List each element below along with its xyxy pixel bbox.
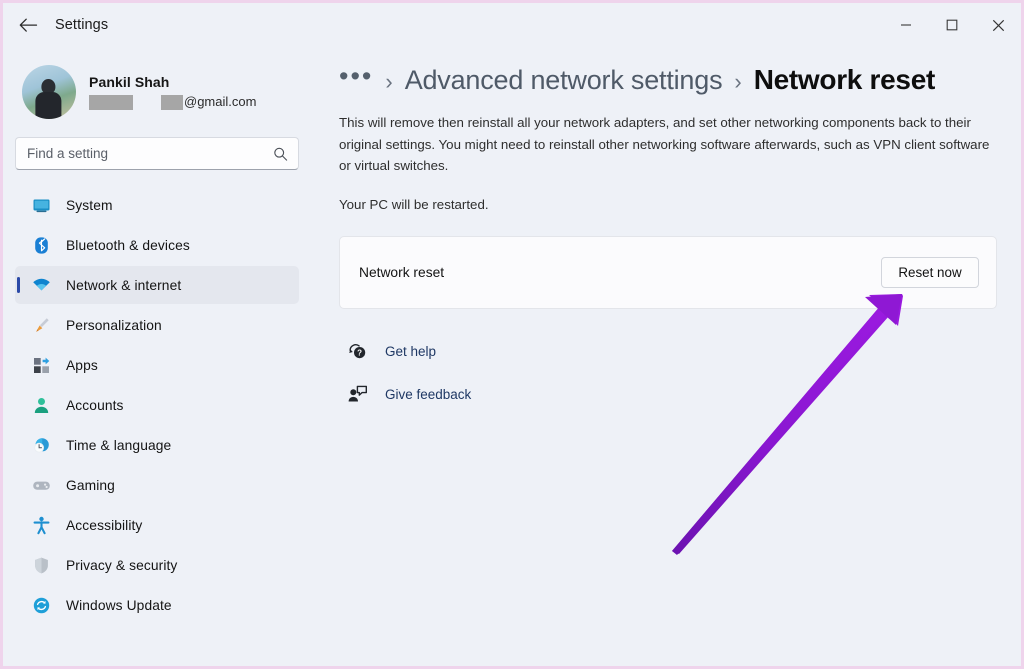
get-help-link[interactable]: ? Get help xyxy=(345,337,436,367)
breadcrumb-parent-link[interactable]: Advanced network settings xyxy=(405,65,723,96)
shield-icon xyxy=(31,555,51,575)
redacted-email-part-1 xyxy=(89,94,133,110)
avatar-person xyxy=(33,79,63,119)
sidebar-item-privacy-security[interactable]: Privacy & security xyxy=(15,546,299,584)
breadcrumb-overflow-button[interactable]: ••• xyxy=(339,63,373,90)
sidebar-item-gaming[interactable]: Gaming xyxy=(15,466,299,504)
page-description: This will remove then reinstall all your… xyxy=(339,115,990,174)
svg-text:?: ? xyxy=(357,349,362,358)
clock-globe-icon xyxy=(31,435,51,455)
sidebar-item-label: Windows Update xyxy=(66,597,172,613)
avatar xyxy=(22,65,76,119)
reset-now-button[interactable]: Reset now xyxy=(881,256,979,288)
sidebar-item-label: Privacy & security xyxy=(66,557,178,573)
search-input[interactable] xyxy=(16,138,298,169)
minimize-button[interactable] xyxy=(883,3,929,47)
chevron-right-icon: › xyxy=(385,69,393,94)
card-label: Network reset xyxy=(359,264,445,280)
profile-name: Pankil Shah xyxy=(89,74,170,91)
link-label: Get help xyxy=(385,344,437,360)
sidebar-item-label: System xyxy=(66,197,113,213)
give-feedback-link[interactable]: Give feedback xyxy=(345,380,471,410)
network-reset-card: Network reset Reset now xyxy=(339,235,997,309)
sidebar-nav: System Bluetooth & devices Network & int… xyxy=(3,186,321,624)
sidebar-item-personalization[interactable]: Personalization xyxy=(15,306,299,344)
search-box[interactable] xyxy=(15,137,299,170)
sidebar-item-label: Accounts xyxy=(66,397,124,413)
sidebar-item-label: Network & internet xyxy=(66,277,182,293)
minimize-icon xyxy=(901,24,911,26)
gamepad-icon xyxy=(31,475,51,495)
sidebar-item-label: Bluetooth & devices xyxy=(66,237,190,253)
sidebar-item-label: Apps xyxy=(66,357,98,373)
sidebar-item-system[interactable]: System xyxy=(15,186,299,224)
feedback-person-icon xyxy=(345,383,369,407)
main-content: ••• › Advanced network settings › Networ… xyxy=(321,47,1021,666)
sidebar-item-windows-update[interactable]: Windows Update xyxy=(15,586,299,624)
profile-text: Pankil Shah @gmail.com xyxy=(89,74,257,110)
help-question-icon: ? xyxy=(345,340,369,364)
sidebar-item-apps[interactable]: Apps xyxy=(15,346,299,384)
redacted-email-part-2 xyxy=(161,94,183,110)
sidebar-item-accessibility[interactable]: Accessibility xyxy=(15,506,299,544)
sidebar-item-time-language[interactable]: Time & language xyxy=(15,426,299,464)
maximize-button[interactable] xyxy=(929,3,975,47)
email-domain: @gmail.com xyxy=(184,93,257,109)
link-label: Give feedback xyxy=(385,387,472,403)
apps-icon xyxy=(31,355,51,375)
accessibility-icon xyxy=(31,515,51,535)
sidebar-item-label: Accessibility xyxy=(66,517,143,533)
sidebar-item-bluetooth-devices[interactable]: Bluetooth & devices xyxy=(15,226,299,264)
title-bar: Settings xyxy=(3,3,1021,47)
monitor-icon xyxy=(31,195,51,215)
close-button[interactable] xyxy=(975,3,1021,47)
paintbrush-icon xyxy=(31,315,51,335)
person-icon xyxy=(31,395,51,415)
profile-email: @gmail.com xyxy=(89,93,257,110)
restart-note: Your PC will be restarted. xyxy=(339,196,489,212)
settings-window: Settings Pankil Shah @gmail.com Find a s… xyxy=(0,0,1024,669)
app-title: Settings xyxy=(55,17,109,33)
breadcrumb: ••• › Advanced network settings › Networ… xyxy=(321,47,1021,96)
window-controls xyxy=(883,3,1021,47)
avatar-body xyxy=(35,92,62,119)
sidebar-item-accounts[interactable]: Accounts xyxy=(15,386,299,424)
footer-links: ? Get help Give feedback xyxy=(345,337,1021,410)
back-button[interactable] xyxy=(11,10,45,40)
wifi-icon xyxy=(31,275,51,295)
sidebar-item-label: Personalization xyxy=(66,317,162,333)
sidebar-item-label: Gaming xyxy=(66,477,115,493)
bluetooth-icon xyxy=(31,235,51,255)
sidebar-item-network-internet[interactable]: Network & internet xyxy=(15,266,299,304)
chevron-right-icon: › xyxy=(734,69,742,94)
close-icon xyxy=(992,19,1004,31)
profile-card[interactable]: Pankil Shah @gmail.com xyxy=(3,47,321,123)
update-icon xyxy=(31,595,51,615)
sidebar-item-label: Time & language xyxy=(66,437,172,453)
sidebar: Pankil Shah @gmail.com Find a setting Sy… xyxy=(3,47,321,666)
back-arrow-icon xyxy=(19,18,37,32)
maximize-icon xyxy=(946,19,958,31)
search-icon xyxy=(273,146,288,161)
page-title: Network reset xyxy=(753,64,936,95)
